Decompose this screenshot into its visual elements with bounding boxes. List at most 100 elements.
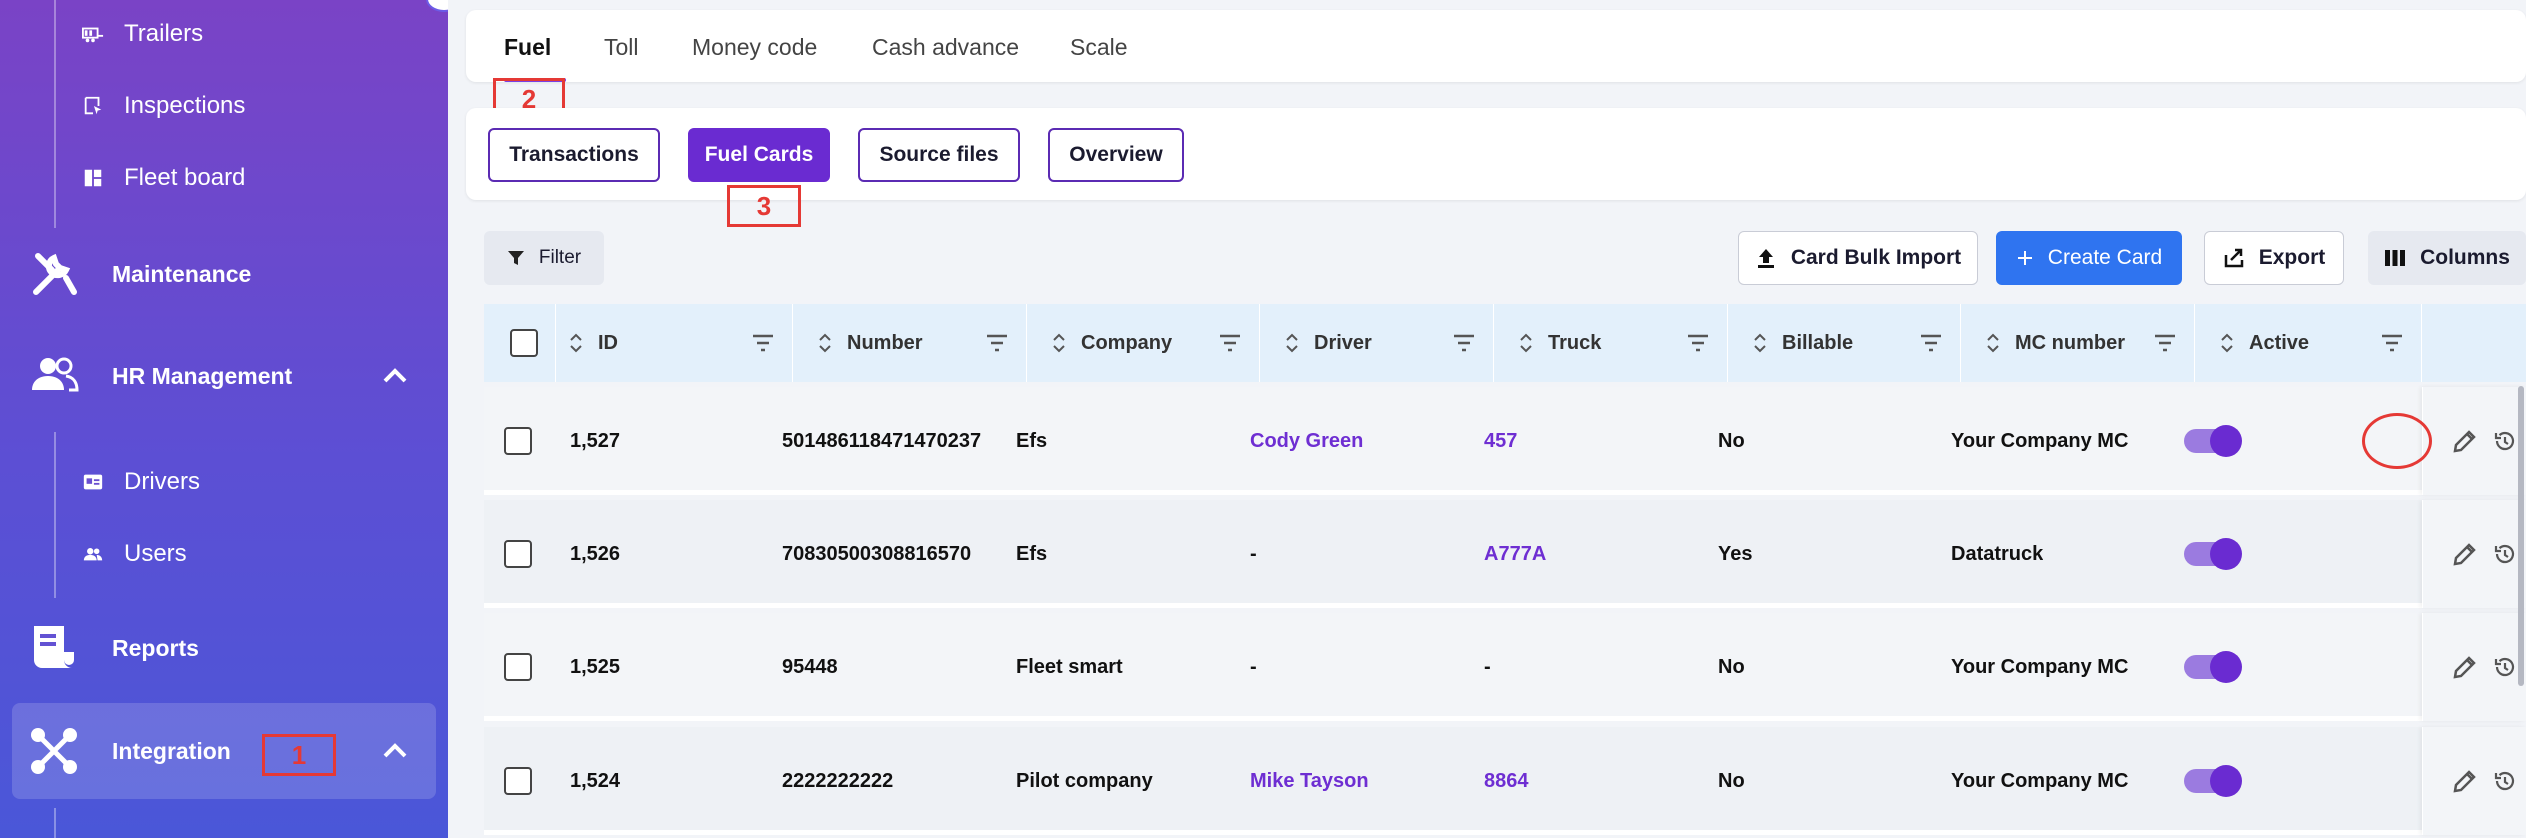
filter-button[interactable]: Filter	[484, 231, 604, 285]
column-header-active[interactable]: Active	[2195, 304, 2422, 382]
active-toggle[interactable]	[2184, 765, 2242, 797]
chevron-up-icon[interactable]	[380, 736, 410, 766]
cell-truck-link[interactable]: A777A	[1484, 500, 1546, 608]
select-all-checkbox[interactable]	[510, 329, 538, 357]
column-filter-icon[interactable]	[1453, 334, 1475, 352]
sidebar-item-label: Maintenance	[112, 260, 252, 287]
report-icon	[34, 626, 74, 668]
sidebar-item-label: Inspections	[124, 92, 246, 119]
cell-truck-link[interactable]: 457	[1484, 387, 1517, 495]
row-checkbox[interactable]	[504, 653, 532, 681]
sidebar-item-reports[interactable]: Reports	[28, 622, 199, 674]
history-icon[interactable]	[2493, 769, 2517, 793]
column-header-truck[interactable]: Truck	[1494, 304, 1728, 382]
sort-icon[interactable]	[1985, 332, 2001, 354]
tab-money-code[interactable]: Money code	[692, 34, 817, 61]
table-row[interactable]: 1,525 95448 Fleet smart - - No Your Comp…	[484, 613, 2526, 721]
row-checkbox[interactable]	[504, 540, 532, 568]
table-row[interactable]: 1,524 2222222222 Pilot company Mike Tays…	[484, 727, 2526, 835]
sidebar-item-maintenance[interactable]: Maintenance	[28, 248, 251, 300]
export-label: Export	[2258, 246, 2326, 269]
toggle-knob	[2210, 538, 2242, 570]
sort-icon[interactable]	[1518, 332, 1534, 354]
sidebar-item-drivers[interactable]: Drivers	[82, 468, 200, 496]
cell-truck: -	[1484, 655, 1491, 678]
columns-button[interactable]: Columns	[2368, 231, 2526, 285]
history-icon[interactable]	[2493, 429, 2517, 453]
upload-icon	[1757, 249, 1774, 268]
column-filter-icon[interactable]	[2381, 334, 2403, 352]
sort-icon[interactable]	[2219, 332, 2235, 354]
column-filter-icon[interactable]	[2154, 334, 2176, 352]
cell-number: 70830500308816570	[782, 542, 972, 565]
column-header-label: Billable	[1782, 331, 1854, 354]
tab-cash-advance[interactable]: Cash advance	[872, 34, 1019, 61]
cell-truck-link[interactable]: 8864	[1484, 727, 1529, 835]
sidebar-item-inspections[interactable]: Inspections	[82, 92, 245, 120]
cell-billable: No	[1718, 429, 1745, 452]
column-header-company[interactable]: Company	[1027, 304, 1260, 382]
sidebar-item-fleet-board[interactable]: Fleet board	[82, 164, 245, 192]
table-row[interactable]: 1,526 70830500308816570 Efs - A777A Yes …	[484, 500, 2526, 608]
column-filter-icon[interactable]	[986, 334, 1008, 352]
column-header-billable[interactable]: Billable	[1728, 304, 1961, 382]
edit-icon[interactable]	[2451, 427, 2479, 455]
column-filter-icon[interactable]	[1687, 334, 1709, 352]
cell-driver-link[interactable]: Mike Tayson	[1250, 727, 1369, 835]
filter-button-label: Filter	[538, 247, 582, 268]
chevron-up-icon[interactable]	[380, 361, 410, 391]
active-toggle[interactable]	[2184, 425, 2242, 457]
sidebar-item-hr-management[interactable]: HR Management	[28, 350, 292, 402]
active-toggle[interactable]	[2184, 651, 2242, 683]
cell-id: 1,527	[570, 429, 621, 452]
create-card-button[interactable]: Create Card	[1996, 231, 2182, 285]
cell-driver-link[interactable]: Cody Green	[1250, 387, 1363, 495]
cell-driver: -	[1250, 542, 1257, 565]
id-card-icon	[83, 474, 103, 490]
sidebar-item-trailers[interactable]: Trailers	[82, 20, 203, 48]
tab-scale[interactable]: Scale	[1070, 34, 1128, 61]
select-all-cell	[484, 304, 556, 382]
subtab-source-files[interactable]: Source files	[858, 128, 1020, 182]
tab-fuel[interactable]: Fuel	[504, 34, 551, 61]
edit-icon[interactable]	[2451, 653, 2479, 681]
active-toggle[interactable]	[2184, 538, 2242, 570]
column-header-id[interactable]: ID	[556, 304, 793, 382]
annotation-marker-1: 1	[262, 734, 336, 776]
sort-icon[interactable]	[568, 332, 584, 354]
subtab-overview[interactable]: Overview	[1048, 128, 1184, 182]
sidebar-item-integration[interactable]: Integration	[28, 725, 231, 777]
table-row[interactable]: 1,527 501486118471470237 Efs Cody Green …	[484, 387, 2526, 495]
column-filter-icon[interactable]	[752, 334, 774, 352]
edit-icon[interactable]	[2451, 767, 2479, 795]
sidebar-item-users[interactable]: Users	[82, 540, 187, 568]
cell-id: 1,525	[570, 655, 621, 678]
export-button[interactable]: Export	[2204, 231, 2344, 285]
column-header-label: ID	[598, 331, 618, 354]
export-icon	[2224, 248, 2243, 268]
subtab-transactions[interactable]: Transactions	[488, 128, 660, 182]
sidebar-item-label: Users	[124, 540, 187, 567]
columns-label: Columns	[2420, 246, 2510, 269]
row-checkbox[interactable]	[504, 427, 532, 455]
sort-icon[interactable]	[1284, 332, 1300, 354]
column-filter-icon[interactable]	[1920, 334, 1942, 352]
column-filter-icon[interactable]	[1219, 334, 1241, 352]
column-header-mc-number[interactable]: MC number	[1961, 304, 2195, 382]
sort-icon[interactable]	[1752, 332, 1768, 354]
category-tabs: Fuel Toll Money code Cash advance Scale	[466, 10, 2526, 82]
sidebar-item-label: HR Management	[112, 362, 293, 389]
sort-icon[interactable]	[1051, 332, 1067, 354]
edit-icon[interactable]	[2451, 540, 2479, 568]
history-icon[interactable]	[2493, 655, 2517, 679]
card-bulk-import-button[interactable]: Card Bulk Import	[1738, 231, 1978, 285]
sort-icon[interactable]	[817, 332, 833, 354]
row-checkbox[interactable]	[504, 767, 532, 795]
column-header-number[interactable]: Number	[793, 304, 1027, 382]
table-scrollbar[interactable]	[2518, 386, 2524, 686]
column-header-driver[interactable]: Driver	[1260, 304, 1494, 382]
collapse-sidebar-button[interactable]	[426, 0, 448, 12]
subtab-fuel-cards[interactable]: Fuel Cards	[688, 128, 830, 182]
tab-toll[interactable]: Toll	[604, 34, 639, 61]
history-icon[interactable]	[2493, 542, 2517, 566]
